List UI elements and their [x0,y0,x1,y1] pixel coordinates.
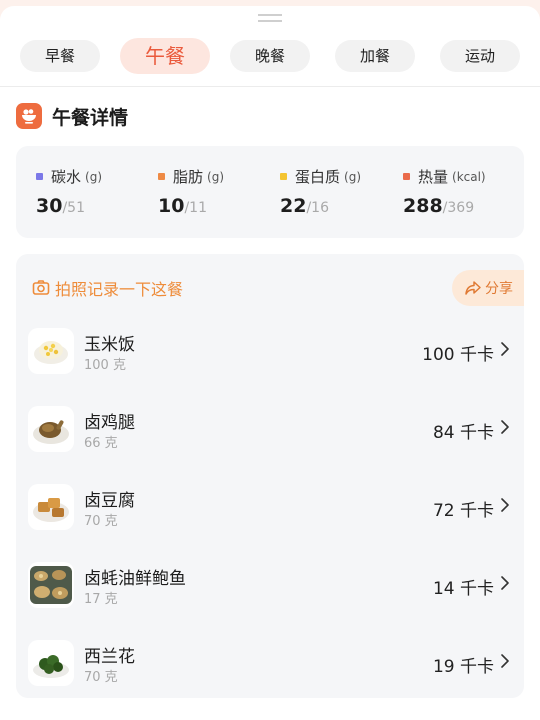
macro-value: 10 [158,195,185,217]
food-calories: 72 千卡 [432,501,494,521]
food-name: 玉米饭 [84,335,135,355]
macro-calories: 热量 (kcal) 288/369 [403,166,486,217]
food-quantity: 17 克 [84,592,118,607]
macro-carbs: 碳水 (g) 30/51 [36,166,102,217]
macro-unit: (kcal) [452,169,486,184]
abalone-thumbnail [28,562,74,608]
broccoli-thumbnail [28,640,74,686]
food-quantity: 100 克 [84,358,126,373]
macro-label: 蛋白质 [295,168,341,186]
meal-bowl-icon [16,103,42,129]
chevron-right-icon [501,420,509,434]
food-item[interactable]: 卤鸡腿 66 克 84 千卡 [16,398,524,460]
food-calories: 84 千卡 [432,423,494,443]
chicken-leg-thumbnail [28,406,74,452]
protein-color-dot [280,173,287,180]
camera-icon [32,280,50,295]
macro-protein: 蛋白质 (g) 22/16 [280,166,361,217]
food-calories: 100 千卡 [422,345,494,365]
tab-dinner[interactable]: 晚餐 [230,40,310,72]
section-header: 午餐详情 [16,102,128,130]
food-item[interactable]: 玉米饭 100 克 100 千卡 [16,320,524,382]
food-quantity: 70 克 [84,514,118,529]
macro-label: 脂肪 [173,168,204,186]
macro-target: /16 [306,200,329,216]
calories-color-dot [403,173,410,180]
tabs-divider [0,86,540,87]
macro-value: 30 [36,195,63,217]
tofu-thumbnail [28,484,74,530]
section-title: 午餐详情 [52,106,129,129]
share-arrow-icon [465,281,481,295]
food-item[interactable]: 卤蚝油鲜鲍鱼 17 克 14 千卡 [16,554,524,616]
food-quantity: 66 克 [84,436,118,451]
food-name: 西兰花 [84,647,135,667]
chevron-right-icon [501,576,509,590]
macro-target: /51 [62,200,85,216]
bottom-sheet: 早餐 午餐 晚餐 加餐 运动 午餐详情 碳水 (g) 30/51 脂肪 (g) … [0,6,540,720]
macro-target: /369 [442,200,475,216]
photo-prompt-text: 拍照记录一下这餐 [55,280,184,299]
share-label: 分享 [485,281,513,297]
tab-breakfast[interactable]: 早餐 [20,40,100,72]
corn-rice-thumbnail [28,328,74,374]
macro-label: 热量 [418,168,449,186]
food-calories: 19 千卡 [432,657,494,677]
chevron-right-icon [501,654,509,668]
macro-label: 碳水 [51,168,82,186]
macro-value: 288 [403,195,443,217]
food-quantity: 70 克 [84,670,118,685]
chevron-right-icon [501,498,509,512]
fat-color-dot [158,173,165,180]
carbs-color-dot [36,173,43,180]
macro-unit: (g) [207,169,224,184]
food-name: 卤豆腐 [84,491,135,511]
macro-unit: (g) [85,169,102,184]
food-item[interactable]: 西兰花 70 克 19 千卡 [16,632,524,694]
food-item[interactable]: 卤豆腐 70 克 72 千卡 [16,476,524,538]
food-list-card: 拍照记录一下这餐 分享 玉米饭 100 克 100 千卡 卤鸡腿 66 克 84… [16,254,524,698]
drag-handle-icon[interactable] [258,14,282,22]
food-calories: 14 千卡 [432,579,494,599]
macro-value: 22 [280,195,307,217]
food-name: 卤鸡腿 [84,413,135,433]
macro-summary-card: 碳水 (g) 30/51 脂肪 (g) 10/11 蛋白质 (g) 22/16 … [16,146,524,238]
photo-record-button[interactable]: 拍照记录一下这餐 [32,276,183,300]
meal-tabs: 早餐 午餐 晚餐 加餐 运动 [0,38,540,76]
macro-target: /11 [184,200,207,216]
tab-lunch[interactable]: 午餐 [120,38,210,74]
tab-exercise[interactable]: 运动 [440,40,520,72]
tab-snack[interactable]: 加餐 [335,40,415,72]
food-name: 卤蚝油鲜鲍鱼 [84,569,186,589]
chevron-right-icon [501,342,509,356]
macro-fat: 脂肪 (g) 10/11 [158,166,224,217]
macro-unit: (g) [344,169,361,184]
share-button[interactable]: 分享 [452,270,524,306]
